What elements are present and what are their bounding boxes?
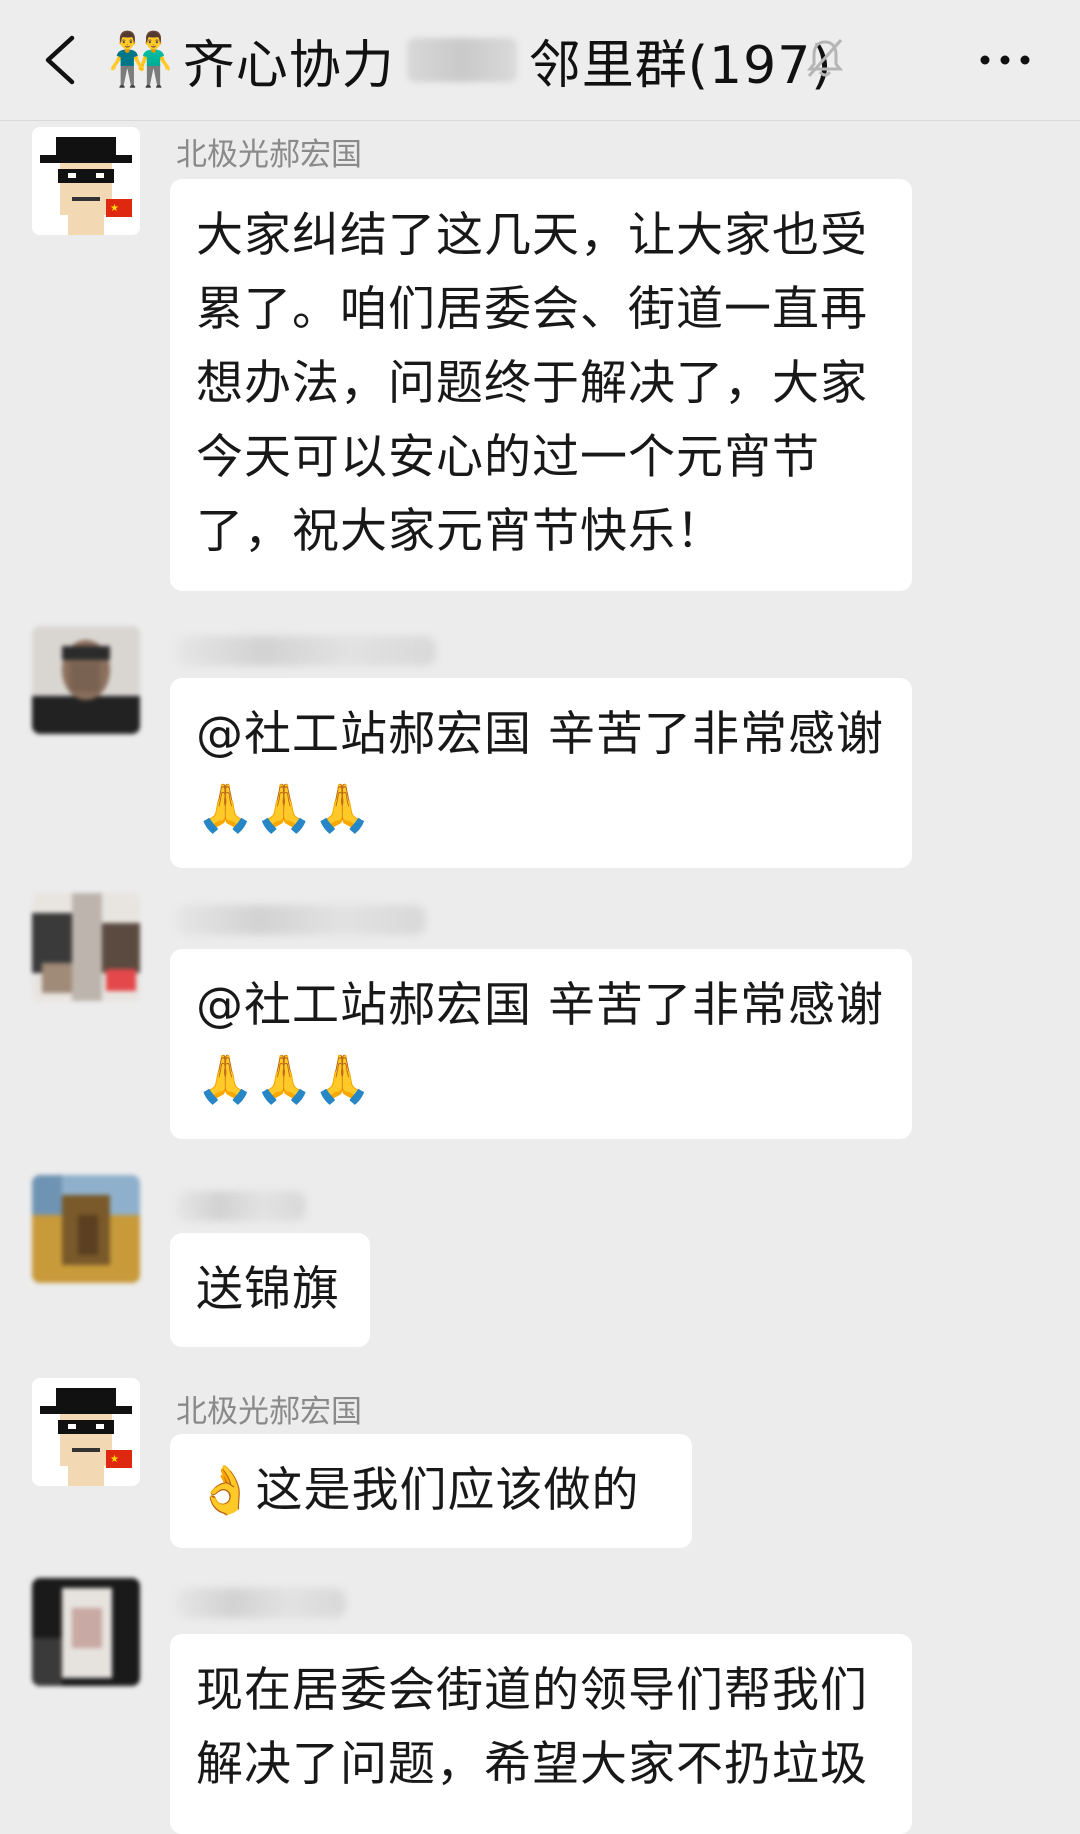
blurred-sender-name [176, 1191, 306, 1221]
message-bubble[interactable]: 大家纠结了这几天，让大家也受累了。咱们居委会、街道一直再想办法，问题终于解决了，… [170, 179, 912, 591]
message-bubble[interactable]: 👌这是我们应该做的 [170, 1434, 692, 1548]
blurred-sender-name [176, 1588, 346, 1618]
message-bubble[interactable]: 现在居委会街道的领导们帮我们解决了问题，希望大家不扔垃圾 [170, 1634, 912, 1834]
chat-title: 👬 齐心协力 邻里群(197) [108, 22, 833, 98]
group-emoji-icon: 👬 [108, 30, 173, 90]
chat-title-prefix: 齐心协力 [182, 35, 395, 96]
ok-emoji-icon: 👌 [196, 1463, 256, 1518]
chat-header: 👬 齐心协力 邻里群(197) [0, 0, 1080, 121]
avatar[interactable] [32, 1175, 140, 1283]
pray-emoji-icon: 🙏🙏🙏 [196, 1052, 372, 1107]
mute-bell-icon [805, 36, 845, 80]
svg-text:★: ★ [110, 1454, 119, 1465]
blurred-sender-name [176, 636, 436, 666]
message-text: 这是我们应该做的 [255, 1463, 640, 1518]
message-bubble[interactable]: @社工站郝宏国 辛苦了非常感谢 🙏🙏🙏 [170, 949, 912, 1139]
sender-name: 北极光郝宏国 [176, 137, 362, 173]
avatar[interactable]: ★ [32, 127, 140, 235]
avatar[interactable] [32, 1578, 140, 1686]
message-bubble[interactable]: @社工站郝宏国 辛苦了非常感谢 🙏🙏🙏 [170, 678, 912, 868]
avatar[interactable] [32, 626, 140, 734]
message-bubble[interactable]: 送锦旗 [170, 1233, 370, 1347]
avatar[interactable]: ★ [32, 1378, 140, 1486]
back-arrow-icon[interactable] [30, 28, 90, 92]
message-text: @社工站郝宏国 辛苦了非常感谢 [196, 707, 884, 762]
message-text: @社工站郝宏国 辛苦了非常感谢 [196, 978, 884, 1033]
svg-text:★: ★ [110, 203, 119, 214]
sender-name: 北极光郝宏国 [176, 1394, 362, 1430]
pray-emoji-icon: 🙏🙏🙏 [196, 781, 372, 836]
blurred-title-part [406, 38, 517, 82]
blurred-sender-name [176, 905, 426, 935]
avatar[interactable] [32, 893, 140, 1001]
chat-title-suffix: 邻里群(197) [528, 35, 833, 96]
more-icon[interactable] [975, 40, 1035, 80]
